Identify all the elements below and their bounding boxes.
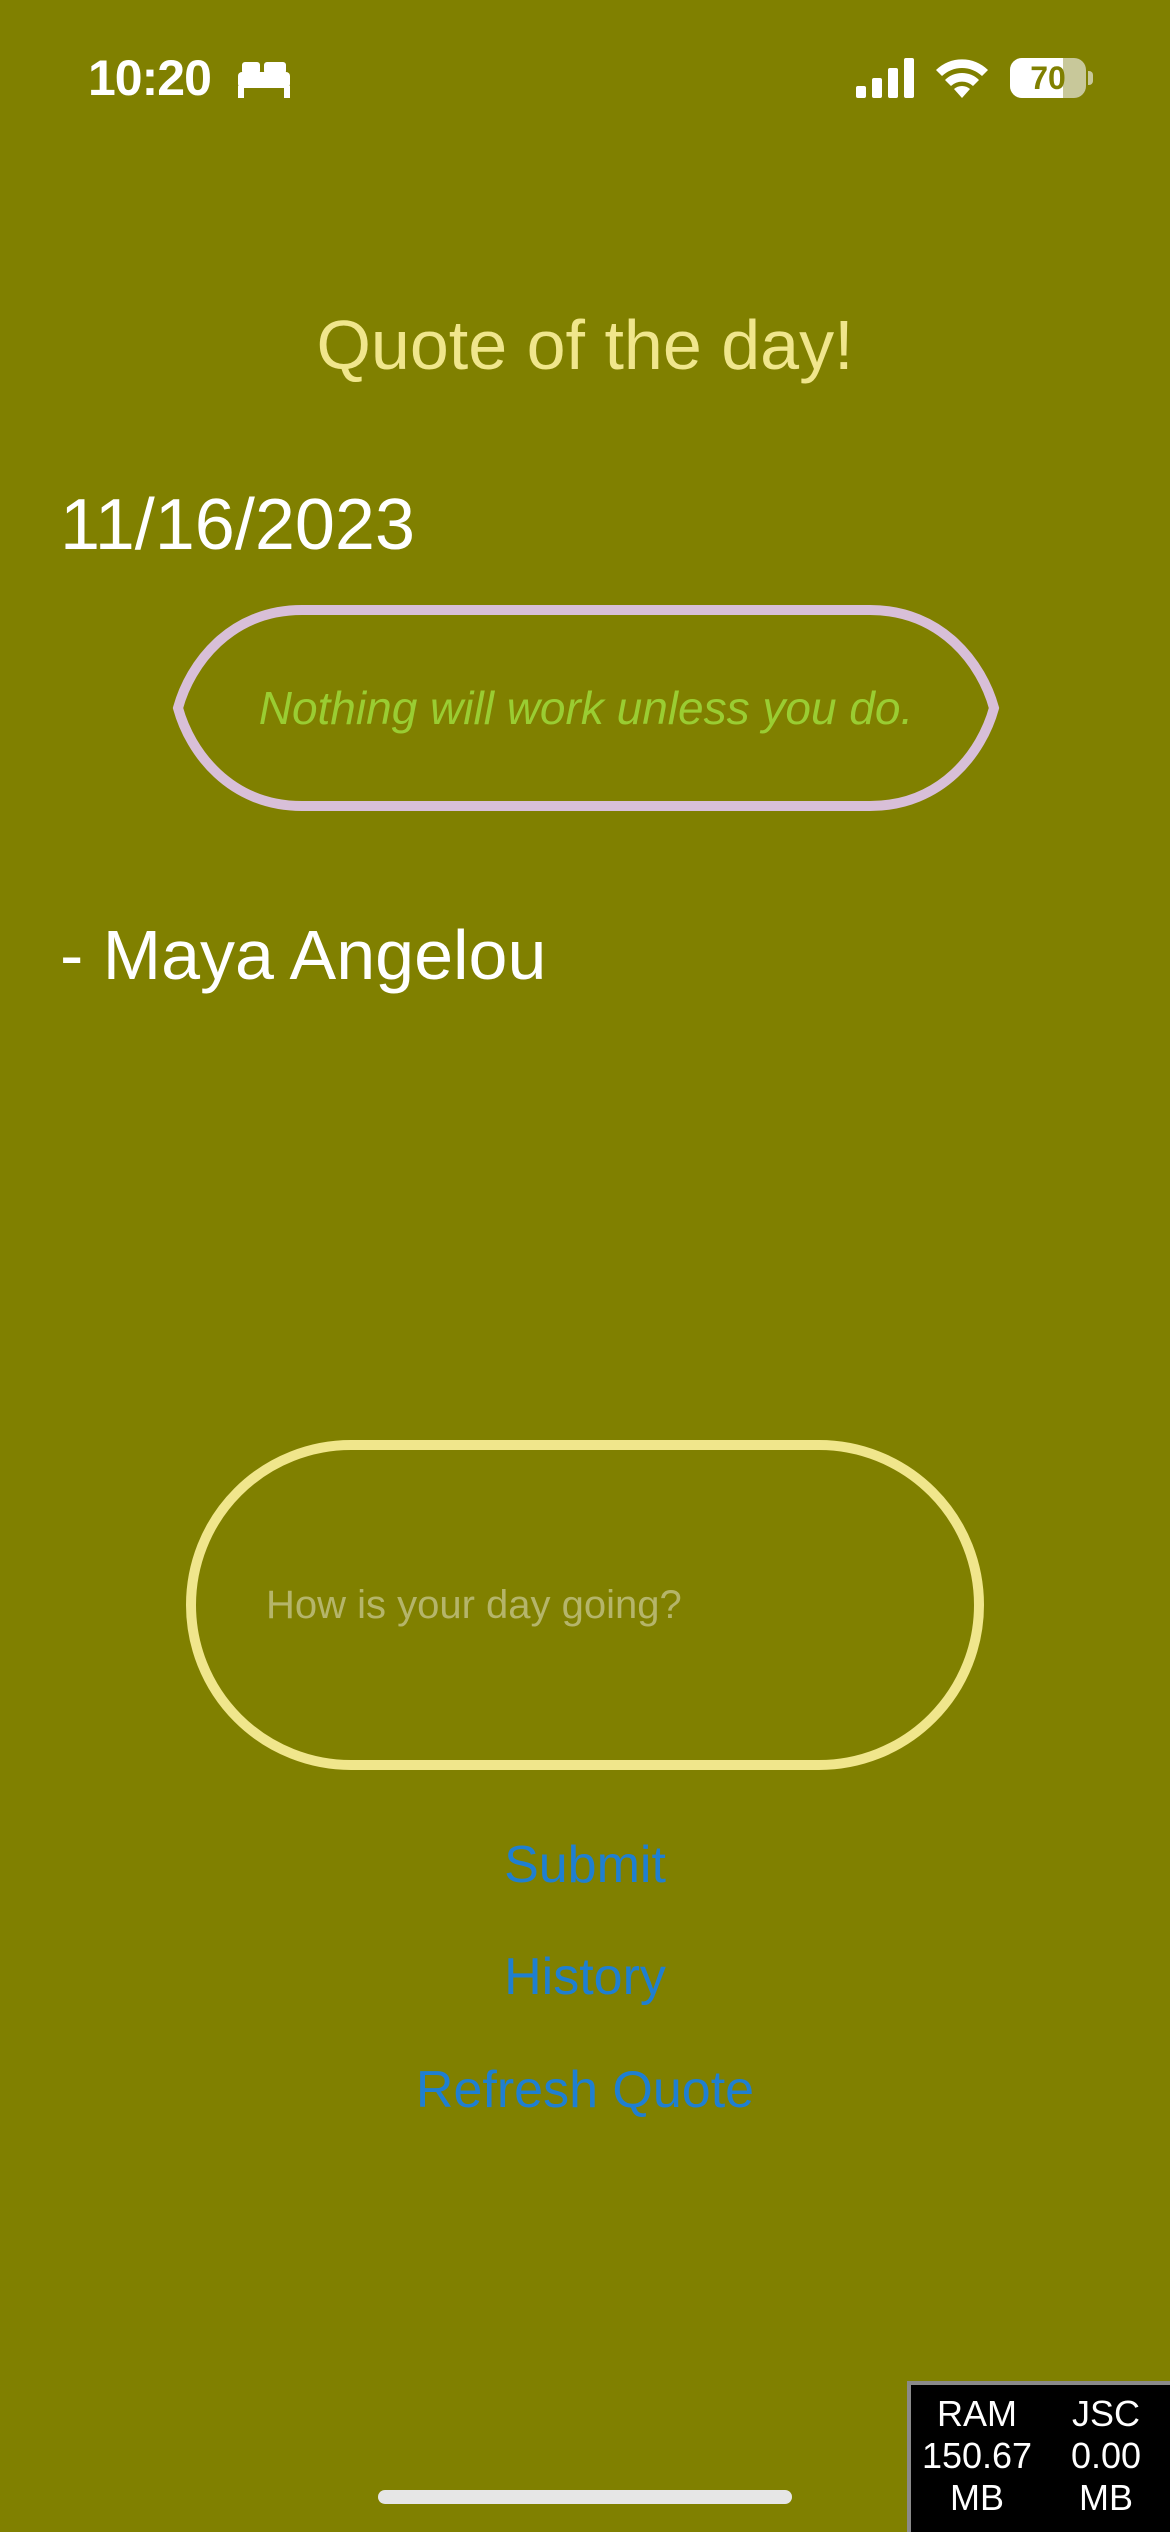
journal-input[interactable] <box>266 1450 906 1760</box>
ram-value: 150.67 <box>921 2435 1033 2476</box>
wifi-icon <box>936 59 988 98</box>
ram-stat: RAM 150.67 MB <box>913 2393 1041 2519</box>
ram-label: RAM <box>937 2393 1017 2434</box>
jsc-value: 0.00 <box>1070 2435 1142 2476</box>
battery-icon: 70 <box>1010 58 1093 98</box>
journal-input-container[interactable] <box>186 1440 984 1770</box>
perf-monitor: RAM 150.67 MB JSC 0.00 MB <box>907 2381 1170 2532</box>
submit-button[interactable]: Submit <box>0 1830 1170 1900</box>
jsc-stat: JSC 0.00 MB <box>1041 2393 1170 2519</box>
quote-card: Nothing will work unless you do. <box>172 604 1000 812</box>
quote-date: 11/16/2023 <box>60 485 416 565</box>
status-time: 10:20 <box>88 50 212 106</box>
refresh-quote-button[interactable]: Refresh Quote <box>0 2055 1170 2125</box>
ram-unit: MB <box>950 2477 1004 2518</box>
quote-text: Nothing will work unless you do. <box>258 682 914 734</box>
bed-icon <box>238 62 290 98</box>
battery-level: 70 <box>1030 60 1066 96</box>
history-button[interactable]: History <box>0 1942 1170 2012</box>
jsc-unit: MB <box>1079 2477 1133 2518</box>
page-title: Quote of the day! <box>316 306 854 384</box>
cellular-signal-icon <box>856 58 914 98</box>
home-indicator[interactable] <box>378 2490 792 2504</box>
quote-author: - Maya Angelou <box>60 916 547 994</box>
jsc-label: JSC <box>1071 2393 1140 2434</box>
